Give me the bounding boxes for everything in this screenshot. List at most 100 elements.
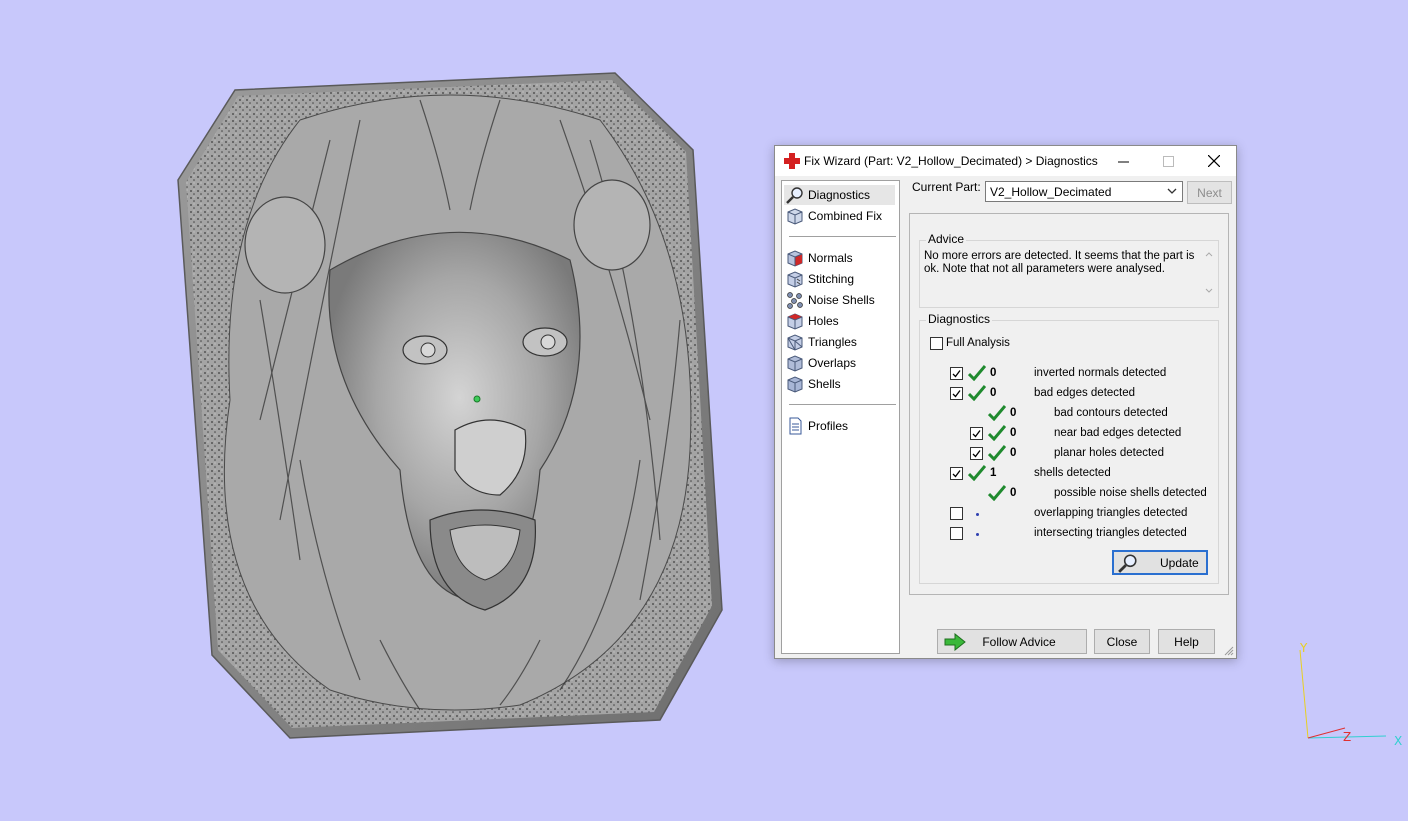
chevron-down-icon [1167, 188, 1177, 194]
lion-left-ear [244, 196, 326, 294]
diag-checkbox-bad-edges[interactable] [950, 387, 963, 400]
resize-grip-icon[interactable] [1224, 646, 1234, 656]
ok-check-icon [968, 465, 986, 481]
cube-icon [787, 208, 803, 225]
update-button[interactable]: Update [1112, 550, 1208, 575]
nav-item-label: Stitching [808, 272, 855, 286]
nav-item-profiles[interactable]: Profiles [784, 416, 854, 436]
document-icon [789, 417, 802, 435]
advice-title: Advice [926, 232, 967, 246]
diag-checkbox-planar-holes[interactable] [970, 447, 983, 460]
maximize-icon [1163, 155, 1174, 167]
current-part-value: V2_Hollow_Decimated [990, 185, 1112, 199]
nav-item-label: Combined Fix [808, 209, 883, 223]
nav-item-triangles[interactable]: Triangles [784, 332, 863, 352]
diag-checkbox-intersecting-triangles[interactable] [950, 527, 963, 540]
nav-item-label: Noise Shells [808, 293, 875, 307]
nav-item-combined-fix[interactable]: Combined Fix [784, 206, 888, 226]
checkmark-icon [952, 470, 961, 478]
nav-item-label: Overlaps [808, 356, 857, 370]
window-title: Fix Wizard (Part: V2_Hollow_Decimated) >… [804, 154, 1098, 168]
diagnostics-panel: Advice No more errors are detected. It s… [909, 213, 1229, 595]
axis-x-label: X [1394, 734, 1402, 748]
full-analysis-label: Full Analysis [946, 337, 1010, 349]
noise-shells-icon [787, 292, 803, 309]
title-bar[interactable]: Fix Wizard (Part: V2_Hollow_Decimated) >… [775, 146, 1236, 176]
nav-item-overlaps[interactable]: Overlaps [784, 353, 862, 373]
axis-y-label: Y [1299, 641, 1308, 655]
diag-label: possible noise shells detected [1054, 487, 1207, 499]
nav-separator [789, 236, 896, 237]
axis-z-label: Z [1343, 730, 1351, 744]
diag-count: 0 [1010, 447, 1017, 459]
diag-count: 1 [990, 467, 997, 479]
checkmark-icon [972, 450, 981, 458]
minimize-button[interactable] [1101, 146, 1146, 176]
nav-item-label: Holes [808, 314, 839, 328]
triangles-cube-icon [787, 334, 803, 351]
nav-item-shells[interactable]: Shells [784, 374, 847, 394]
diag-checkbox-overlapping-triangles[interactable] [950, 507, 963, 520]
magnifier-icon [786, 187, 803, 204]
diag-checkbox-inverted-normals[interactable] [950, 367, 963, 380]
nav-item-stitching[interactable]: Stitching [784, 269, 860, 289]
nav-item-label: Diagnostics [808, 188, 871, 202]
maximize-button[interactable] [1146, 146, 1191, 176]
ok-check-icon [988, 485, 1006, 501]
diag-label: near bad edges detected [1054, 427, 1182, 439]
follow-advice-button[interactable]: Follow Advice [937, 629, 1087, 654]
ok-check-icon [968, 365, 986, 381]
wizard-nav: Diagnostics Combined Fix Normals Stitchi… [781, 180, 900, 654]
nav-item-diagnostics[interactable]: Diagnostics [784, 185, 895, 205]
ok-check-icon [968, 385, 986, 401]
advice-scrollbar[interactable] [1203, 249, 1215, 299]
diag-count: 0 [1010, 427, 1017, 439]
diag-label: shells detected [1034, 467, 1111, 479]
diag-label: intersecting triangles detected [1034, 527, 1187, 539]
pending-dot-icon [976, 513, 979, 516]
ok-check-icon [988, 425, 1006, 441]
help-button[interactable]: Help [1158, 629, 1215, 654]
checkmark-icon [952, 390, 961, 398]
pending-dot-icon [976, 533, 979, 536]
diagnostics-title: Diagnostics [926, 312, 993, 326]
stitching-cube-icon [787, 271, 803, 288]
diag-label: bad contours detected [1054, 407, 1168, 419]
diag-label: overlapping triangles detected [1034, 507, 1188, 519]
advice-text: No more errors are detected. It seems th… [924, 250, 1210, 302]
overlaps-cube-icon [787, 355, 803, 372]
nav-item-holes[interactable]: Holes [784, 311, 845, 331]
nav-item-label: Triangles [808, 335, 857, 349]
next-button[interactable]: Next [1187, 181, 1232, 204]
diag-label: bad edges detected [1034, 387, 1136, 399]
holes-cube-icon [787, 313, 803, 330]
nav-item-noise-shells[interactable]: Noise Shells [784, 290, 881, 310]
diag-label: inverted normals detected [1034, 367, 1167, 379]
pick-point-marker [473, 395, 481, 403]
current-part-label: Current Part: [912, 180, 981, 194]
diag-label: planar holes detected [1054, 447, 1164, 459]
close-window-button[interactable] [1191, 146, 1236, 176]
diagnostics-group: Diagnostics Full Analysis 0 inverted nor… [919, 312, 1219, 584]
green-arrow-icon [944, 633, 966, 651]
nav-item-label: Shells [808, 377, 841, 391]
diag-count: 0 [1010, 407, 1017, 419]
current-part-dropdown[interactable]: V2_Hollow_Decimated [985, 181, 1183, 202]
close-button[interactable]: Close [1094, 629, 1150, 654]
nav-separator [789, 404, 896, 405]
nav-item-label: Profiles [808, 419, 849, 433]
diag-count: 0 [1010, 487, 1017, 499]
ok-check-icon [988, 405, 1006, 421]
follow-advice-label: Follow Advice [982, 634, 1056, 649]
diag-checkbox-shells[interactable] [950, 467, 963, 480]
diag-checkbox-near-bad-edges[interactable] [970, 427, 983, 440]
full-analysis-checkbox[interactable] [930, 337, 943, 350]
nav-item-normals[interactable]: Normals [784, 248, 859, 268]
shells-cube-icon [787, 376, 803, 393]
magnifier-icon [1118, 553, 1137, 573]
nav-item-label: Normals [808, 251, 853, 265]
diag-count: 0 [990, 367, 997, 379]
normals-cube-icon [787, 250, 803, 267]
checkmark-icon [972, 430, 981, 438]
red-cross-icon [784, 153, 800, 169]
